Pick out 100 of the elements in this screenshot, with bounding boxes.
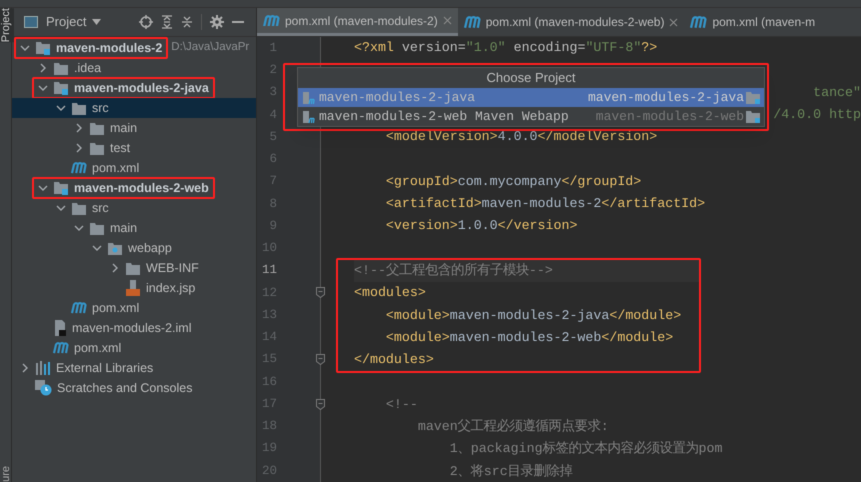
tree-item-label: pom.xml [74,340,122,357]
chevron-right-icon[interactable] [38,63,48,73]
fold-marker-icon[interactable] [316,354,325,366]
tree-item-label: Scratches and Consoles [57,380,192,397]
code-line: 2、将src目录删除掉 [448,462,573,481]
tree-row[interactable]: main [12,118,256,138]
settings-icon[interactable] [210,15,224,29]
folder-icon [89,142,105,154]
tree-row[interactable]: pom.xml [12,298,256,318]
tree-row[interactable]: main [12,218,256,238]
maven-module-icon [302,110,317,124]
project-view-dropdown[interactable]: Project [46,12,102,32]
folder-icon [71,202,87,214]
maven-m-icon [53,342,69,354]
module-folder-icon [35,41,51,55]
tree-row[interactable]: webapp [12,238,256,258]
code-line: <!-- [384,396,418,414]
editor-tab[interactable]: pom.xml (maven-modules-2) [257,8,458,36]
collapse-all-icon[interactable] [181,15,193,29]
tree-item-label: maven-modules-2 [56,40,162,57]
tree-row[interactable]: test [12,138,256,158]
module-name: maven-modules-2-java [588,88,744,107]
web-folder-icon [107,242,123,254]
tree-row[interactable]: index.jsp [12,278,256,298]
code-line: maven父工程必须遵循两点要求: [416,418,609,436]
line-number: 11 [260,262,277,280]
code-line: </modules> [354,351,434,370]
project-option[interactable]: maven-modules-2-java maven-modules-2-java [298,88,764,107]
folder-icon [89,222,105,234]
module-folder-icon [746,110,760,123]
fold-marker-icon[interactable] [316,287,325,298]
chevron-right-icon[interactable] [20,363,30,373]
code-text: /4.0.0 http [773,106,861,124]
code-line: <groupId>com.mycompany</groupId> [384,172,642,191]
folder-icon [71,102,87,114]
editor-tab[interactable]: pom.xml (maven-m [684,8,822,36]
tree-item-label: maven-modules-2-java [74,80,209,97]
tree-row[interactable]: WEB-INF [12,258,256,278]
expand-all-icon[interactable] [161,15,173,29]
maven-m-icon [690,16,708,28]
caret-icon [92,19,102,25]
code-text: tance" [813,84,861,102]
project-tool-tab[interactable]: Project [0,8,14,42]
close-icon[interactable] [669,18,678,26]
tree-item-label: main [110,120,138,137]
tree-row[interactable]: External Libraries [12,358,256,378]
tree-item-label: .idea [74,60,102,77]
folder-icon [125,262,141,274]
chevron-right-icon[interactable] [110,263,120,273]
maven-m-icon [263,14,280,26]
tree-row[interactable]: pom.xml [12,338,256,358]
option-label: maven-modules-2-web Maven Webapp [319,108,569,126]
code-line: <!--父工程包含的所有子模块--> [354,262,553,280]
folder-icon [53,62,69,74]
fold-marker-icon[interactable] [316,398,325,410]
popup-title: Choose Project [486,69,576,88]
file-icon [53,320,67,336]
project-option[interactable]: maven-modules-2-web Maven Webapp maven-modules-2-web [298,107,764,126]
folder-icon [89,122,105,134]
tree-row[interactable]: src [12,198,256,218]
chevron-down-icon[interactable] [20,43,30,53]
tree-row[interactable]: src [12,98,256,118]
option-label: maven-modules-2-java [319,88,476,107]
maven-m-icon [464,16,481,28]
code-line: <modelVersion>4.0.0</modelVersion> [384,128,658,146]
tree-item-label: webapp [128,240,172,257]
tree-item-label: pom.xml [92,160,140,177]
structure-tool-tab[interactable]: ure [0,466,12,482]
locate-target-icon[interactable] [139,15,153,29]
panel-icon [24,16,38,28]
code-line: <module>maven-modules-2-web</module> [384,328,674,347]
scratch-clock-icon [35,380,52,396]
tree-item-label: src [92,100,109,117]
tree-row[interactable]: maven-modules-2-web [12,178,256,198]
module-folder-icon [53,81,69,95]
close-icon[interactable] [442,16,452,25]
module-folder-icon [746,91,760,104]
jsp-file-icon [125,280,141,296]
tree-row[interactable]: maven-modules-2.iml [12,318,256,338]
tree-row[interactable]: maven-modules-2 D:\Java\JavaPr [12,38,256,58]
tree-item-label: WEB-INF [146,260,199,277]
tree-item-label: src [92,200,109,217]
code-line: 1、packaging标签的文本内容必须设置为pom [448,440,722,458]
tree-item-label: maven-modules-2.iml [72,320,192,337]
maven-module-icon [302,90,317,104]
code-line: <?xml version="1.0" encoding="UTF-8"?> [354,39,658,57]
tree-row[interactable]: Scratches and Consoles [12,378,256,398]
code-line: <artifactId>maven-modules-2</artifactId> [384,195,706,214]
tree-item-label: test [110,140,130,157]
tree-item-label: maven-modules-2-web [74,180,209,197]
code-line: <version>1.0.0</version> [384,217,578,236]
library-bars-icon [35,361,51,375]
editor-tab[interactable]: pom.xml (maven-modules-2-web) [458,8,684,36]
tree-row[interactable]: .idea [12,58,256,78]
tree-row[interactable]: pom.xml [12,158,256,178]
tree-item-label: External Libraries [56,360,154,377]
tree-item-label: index.jsp [146,280,196,297]
tree-item-label: main [110,220,138,237]
code-line: <modules> [354,284,426,302]
maven-m-icon [71,162,87,174]
